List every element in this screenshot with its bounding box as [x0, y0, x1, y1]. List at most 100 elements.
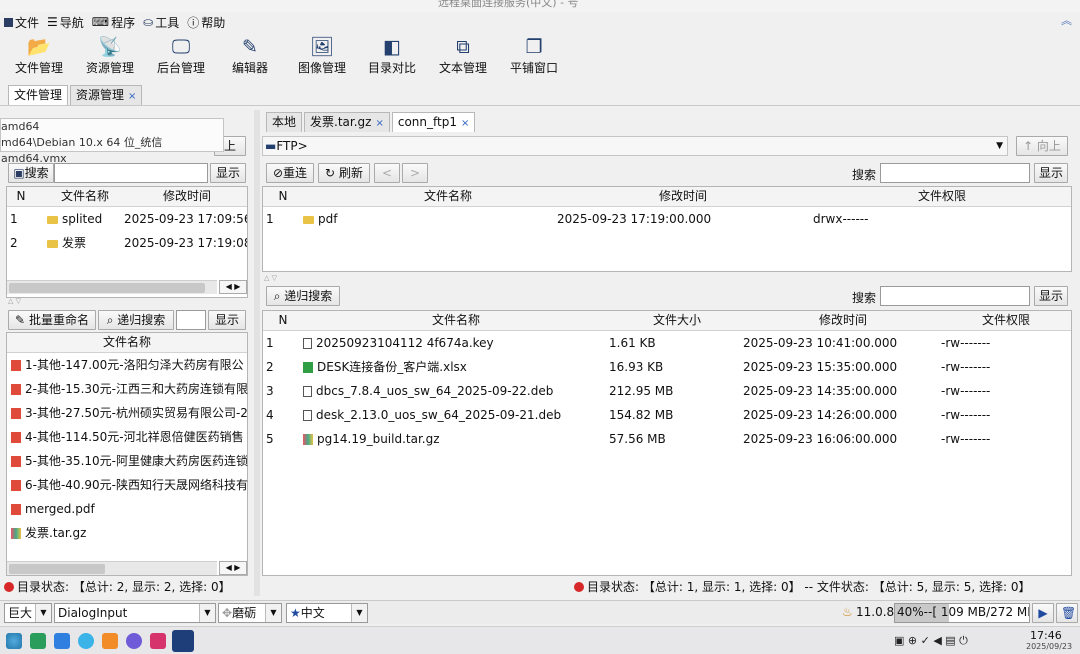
- toolbar-file-manager-button[interactable]: 📂 文件管理: [12, 32, 66, 76]
- trash-button[interactable]: 🗑: [1056, 603, 1078, 623]
- toolbar-image-manager-button[interactable]: 🖼 图像管理: [294, 32, 350, 76]
- col-n: N: [278, 313, 288, 327]
- toolbar-tile-windows-button[interactable]: ❐ 平铺窗口: [506, 32, 562, 76]
- edit-icon: ✎: [242, 36, 258, 58]
- right-search-input[interactable]: [880, 163, 1030, 183]
- left-show-button-2[interactable]: 显示: [208, 310, 246, 330]
- scroll-arrows[interactable]: ◀ ▶: [219, 280, 247, 294]
- app-orange-icon[interactable]: [102, 633, 118, 649]
- col-perm: 文件权限: [981, 313, 1030, 327]
- excel-icon: [303, 362, 313, 373]
- nav-back-button[interactable]: <: [374, 163, 400, 183]
- list-item[interactable]: 2-其他-15.30元-江西三和大药房连锁有限: [7, 377, 248, 401]
- search-icon: ⌕: [106, 313, 114, 327]
- tray-icons[interactable]: ▣ ⊕ ✓ ◀ ▤ ⏻: [894, 634, 968, 648]
- launcher-icon[interactable]: [6, 633, 22, 649]
- list-item[interactable]: 6-其他-40.90元-陕西知行天晟网络科技有: [7, 473, 248, 497]
- right-show-button[interactable]: 显示: [1034, 163, 1068, 183]
- right-status-bar: 目录状态: 【总计: 1, 显示: 1, 选择: 0】 -- 文件状态: 【总计…: [574, 578, 1074, 596]
- left-files-hscrollbar[interactable]: [7, 561, 217, 575]
- toolbar-text-manager-button[interactable]: ⧉ 文本管理: [435, 32, 491, 76]
- list-item[interactable]: 5-其他-35.10元-阿里健康大药房医药连锁: [7, 449, 248, 473]
- vertical-splitter[interactable]: [254, 110, 260, 596]
- table-row[interactable]: 3 dbcs_7.8.4_uos_sw_64_2025-09-22.deb 212.…: [263, 379, 1071, 403]
- table-row[interactable]: 5 pg14.19_build.tar.gz 57.56 MB 2025-09-23 …: [263, 427, 1071, 451]
- table-row[interactable]: 4 desk_2.13.0_uos_sw_64_2025-09-21.deb 154…: [263, 403, 1071, 427]
- toolbar-dir-compare-button[interactable]: ◧ 目录对比: [364, 32, 420, 76]
- toolbar-backend-manager-button[interactable]: 🖵 后台管理: [153, 32, 209, 76]
- toolbox-icon: ⛀: [143, 15, 154, 29]
- tab-conn-ftp1[interactable]: conn_ftp1 ×: [391, 112, 476, 132]
- refresh-button[interactable]: ↻ 刷新: [318, 163, 370, 183]
- table-row[interactable]: 1 20250923104112 4f674a.key 1.61 KB 2025-09…: [263, 331, 1071, 355]
- table-row[interactable]: 1 splited 2025-09-23 17:09:56.8: [7, 207, 247, 231]
- reconnect-button[interactable]: ⊘重连: [266, 163, 314, 183]
- app-green-icon[interactable]: [30, 633, 46, 649]
- right-show-button-2[interactable]: 显示: [1034, 286, 1068, 306]
- play-button[interactable]: ▶: [1032, 603, 1054, 623]
- menu-file[interactable]: 文件: [4, 14, 39, 31]
- browser-icon[interactable]: [78, 633, 94, 649]
- app-store-icon[interactable]: [54, 633, 70, 649]
- left-file-list: 文件名称 1-其他-147.00元-洛阳匀泽大药房有限公 2-其他-15.30元-…: [6, 332, 248, 576]
- active-app-icon[interactable]: [172, 630, 194, 652]
- windows-icon: ❐: [525, 36, 543, 58]
- monitor-icon: 🖵: [171, 36, 191, 58]
- right-dir-table: N 文件名称 修改时间 文件权限 1 pdf 2025-09-23 17:19:…: [262, 186, 1072, 272]
- right-dir-table-header: N 文件名称 修改时间 文件权限: [263, 187, 1071, 207]
- left-search-button[interactable]: ▣搜索: [8, 163, 54, 183]
- archive-icon: [11, 528, 21, 539]
- col-mtime: 修改时间: [162, 189, 211, 203]
- nav-forward-button[interactable]: >: [402, 163, 428, 183]
- menu-program[interactable]: ⌨ 程序: [92, 14, 135, 31]
- right-recursive-search-input[interactable]: [880, 286, 1030, 306]
- left-recursive-search-button[interactable]: ⌕ 递归搜索: [98, 310, 174, 330]
- toolbar-editor-button[interactable]: ✎ 编辑器: [228, 32, 272, 76]
- right-search-label: 搜索: [852, 168, 877, 182]
- pdf-icon: [11, 480, 21, 491]
- right-recursive-search-button[interactable]: ⌕ 递归搜索: [266, 286, 340, 306]
- table-row[interactable]: 2 发票 2025-09-23 17:19:08.8: [7, 231, 247, 255]
- list-item[interactable]: merged.pdf: [7, 497, 247, 521]
- left-search-input[interactable]: [54, 163, 208, 183]
- col-n: N: [16, 189, 26, 203]
- settings-app-icon[interactable]: [126, 633, 142, 649]
- scroll-arrows[interactable]: ◀ ▶: [219, 561, 247, 575]
- pdf-icon: [11, 456, 21, 467]
- font-select[interactable]: DialogInput ▼: [54, 603, 216, 623]
- left-show-button[interactable]: 显示: [210, 163, 246, 183]
- left-recursive-search-input[interactable]: [176, 310, 206, 330]
- chevron-down-icon[interactable]: ▼: [996, 137, 1003, 155]
- search-icon: ⌕: [273, 289, 281, 303]
- language-select[interactable]: ★中文 ▼: [286, 603, 368, 623]
- menu-tools[interactable]: ⛀ 工具: [143, 14, 179, 31]
- splitter-grip-icon[interactable]: △ ▽: [264, 274, 277, 282]
- list-item[interactable]: 3-其他-27.50元-杭州硕实贸易有限公司-2: [7, 401, 248, 425]
- close-icon[interactable]: ×: [461, 118, 469, 129]
- list-item[interactable]: 发票.tar.gz: [7, 521, 247, 545]
- list-item[interactable]: 4-其他-114.50元-河北祥恩倍健医药销售: [7, 425, 247, 449]
- left-dir-hscrollbar[interactable]: [7, 280, 217, 294]
- menu-help[interactable]: ⓘ 帮助: [187, 14, 225, 31]
- tab-file-manager[interactable]: 文件管理: [8, 85, 69, 105]
- tab-local[interactable]: 本地: [266, 112, 303, 132]
- table-row[interactable]: 2 DESK连接备份_客户端.xlsx 16.93 KB 2025-09-23 15:…: [263, 355, 1071, 379]
- app-red-icon[interactable]: [150, 633, 166, 649]
- close-icon[interactable]: ×: [128, 91, 136, 102]
- list-item[interactable]: 1-其他-147.00元-洛阳匀泽大药房有限公: [7, 353, 247, 377]
- ftp-path-bar[interactable]: ▬FTP> ▼: [262, 136, 1008, 156]
- tab-invoice-archive[interactable]: 发票.tar.gz ×: [304, 112, 390, 132]
- pencil-icon: ✎: [15, 313, 26, 327]
- toolbar-resource-manager-button[interactable]: 📡 资源管理: [82, 32, 138, 76]
- tab-resource-manager[interactable]: 资源管理 ×: [70, 85, 143, 105]
- right-up-button[interactable]: ↑ 向上: [1016, 136, 1068, 156]
- splitter-grip-icon[interactable]: △ ▽: [8, 297, 21, 305]
- size-select[interactable]: 巨大 ▼: [4, 603, 52, 623]
- theme-select[interactable]: ✥磨砺 ▼: [218, 603, 282, 623]
- bulk-rename-button[interactable]: ✎ 批量重命名: [8, 310, 96, 330]
- table-row[interactable]: 1 pdf 2025-09-23 17:19:00.000 drwx------: [263, 207, 1071, 231]
- compare-icon: ◧: [383, 36, 401, 58]
- menu-navigate[interactable]: ☰ 导航: [47, 14, 84, 31]
- file-icon: [303, 338, 312, 349]
- close-icon[interactable]: ×: [375, 118, 383, 129]
